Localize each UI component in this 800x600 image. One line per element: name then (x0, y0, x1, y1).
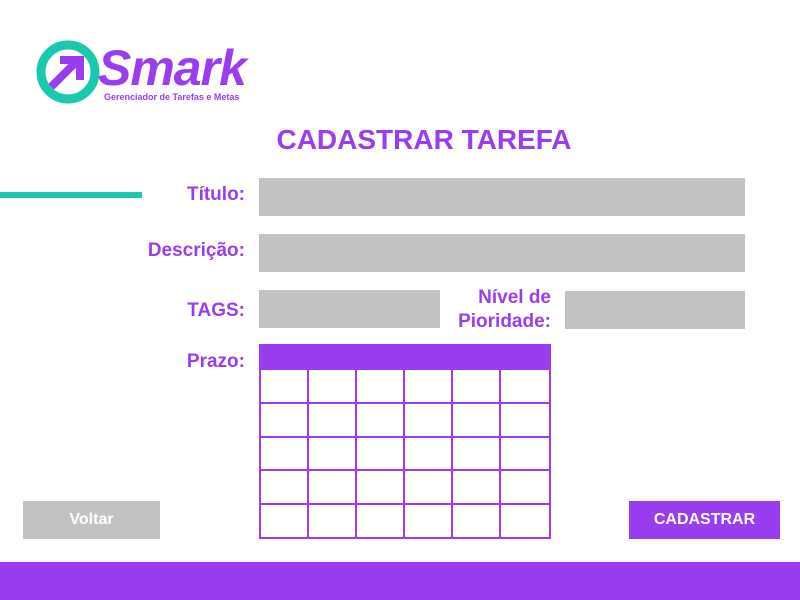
smark-logo: Smark Gerenciador de Tarefas e Metas (34, 38, 264, 108)
description-label: Descrição: (147, 240, 245, 261)
calendar-day-cell[interactable] (501, 368, 549, 402)
deadline-calendar[interactable] (259, 344, 551, 539)
calendar-day-cell[interactable] (501, 401, 549, 436)
calendar-day-cell[interactable] (309, 401, 357, 436)
calendar-day-cell[interactable] (405, 469, 453, 504)
priority-label-line2: Pioridade: (458, 311, 551, 332)
calendar-day-cell[interactable] (309, 435, 357, 470)
calendar-day-cell[interactable] (405, 435, 453, 470)
calendar-day-cell[interactable] (357, 503, 405, 537)
priority-label-line1: Nível de (478, 287, 551, 308)
submit-button[interactable]: CADASTRAR (629, 501, 780, 539)
calendar-day-cell[interactable] (261, 368, 309, 402)
back-button[interactable]: Voltar (23, 501, 160, 539)
calendar-header (259, 344, 551, 368)
calendar-grid (259, 368, 551, 539)
brand-tagline: Gerenciador de Tarefas e Metas (104, 92, 240, 102)
calendar-day-cell[interactable] (261, 401, 309, 436)
description-input[interactable] (259, 234, 745, 272)
calendar-day-cell[interactable] (453, 503, 501, 537)
title-input[interactable] (259, 178, 745, 216)
priority-input[interactable] (565, 291, 745, 329)
calendar-day-cell[interactable] (261, 435, 309, 470)
page-title: CADASTRAR TAREFA (276, 124, 572, 155)
deadline-label: Prazo: (186, 351, 245, 372)
calendar-day-cell[interactable] (405, 401, 453, 436)
title-label: Título: (186, 184, 245, 205)
calendar-day-cell[interactable] (261, 503, 309, 537)
calendar-day-cell[interactable] (453, 368, 501, 402)
calendar-day-cell[interactable] (357, 469, 405, 504)
calendar-day-cell[interactable] (357, 401, 405, 436)
calendar-day-cell[interactable] (501, 503, 549, 537)
arrow-circle-icon (36, 40, 100, 104)
footer-bar (0, 562, 800, 600)
calendar-day-cell[interactable] (501, 435, 549, 470)
tags-label: TAGS: (187, 300, 245, 321)
calendar-day-cell[interactable] (357, 368, 405, 402)
calendar-day-cell[interactable] (405, 368, 453, 402)
tags-input[interactable] (259, 290, 440, 328)
calendar-day-cell[interactable] (309, 368, 357, 402)
calendar-day-cell[interactable] (453, 401, 501, 436)
calendar-day-cell[interactable] (357, 435, 405, 470)
calendar-day-cell[interactable] (261, 469, 309, 504)
calendar-day-cell[interactable] (453, 435, 501, 470)
calendar-day-cell[interactable] (309, 503, 357, 537)
calendar-day-cell[interactable] (453, 469, 501, 504)
calendar-day-cell[interactable] (309, 469, 357, 504)
brand-name: Smark (98, 40, 247, 96)
calendar-day-cell[interactable] (405, 503, 453, 537)
accent-divider (0, 192, 142, 198)
calendar-day-cell[interactable] (501, 469, 549, 503)
priority-label: Nível de Pioridade: (446, 286, 551, 334)
